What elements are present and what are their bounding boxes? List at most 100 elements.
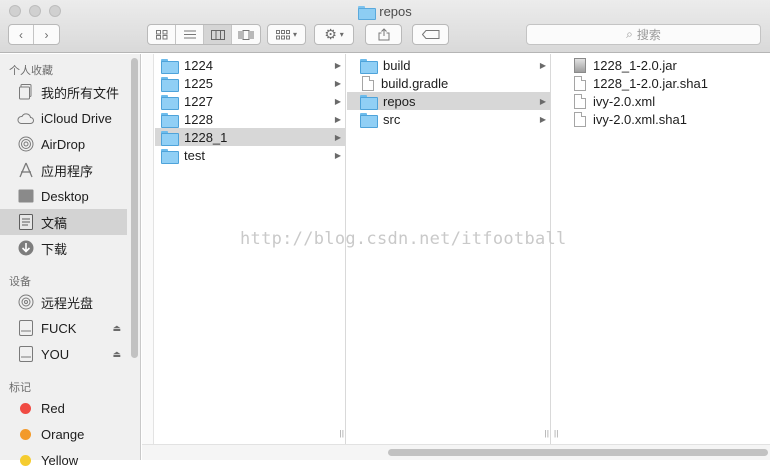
arrange-icon bbox=[275, 29, 290, 39]
list-item[interactable]: test ▶ bbox=[155, 146, 345, 164]
chevron-right-icon: › bbox=[44, 27, 49, 42]
column-resize-handle[interactable]: | | bbox=[340, 429, 345, 438]
folder-icon bbox=[161, 112, 179, 128]
yellow-tag-dot-icon bbox=[20, 454, 31, 466]
list-item[interactable]: 1228_1-2.0.jar bbox=[552, 56, 769, 74]
tags-heading: 标记 bbox=[9, 382, 31, 394]
sidebar-item-fuck[interactable]: FUCK ⏏ bbox=[0, 315, 127, 341]
disclosure-arrow-icon: ▶ bbox=[334, 96, 341, 106]
edit-tags-button[interactable] bbox=[412, 24, 449, 45]
sidebar-item-tag-orange[interactable]: Orange bbox=[0, 421, 127, 447]
share-icon bbox=[378, 28, 389, 41]
devices-heading: 设备 bbox=[9, 276, 31, 288]
disclosure-arrow-icon: ▶ bbox=[334, 78, 341, 88]
folder-icon bbox=[161, 76, 179, 92]
sidebar-item-tag-red[interactable]: Red bbox=[0, 395, 127, 421]
eject-icon[interactable]: ⏏ bbox=[112, 323, 121, 334]
folder-icon bbox=[161, 58, 179, 74]
column-2: build ▶ build.gradle repos ▶ src ▶ | | bbox=[347, 54, 551, 444]
documents-icon bbox=[17, 214, 34, 231]
sidebar-item-desktop[interactable]: Desktop bbox=[0, 183, 127, 209]
folder-icon bbox=[161, 94, 179, 110]
search-icon: ⌕ bbox=[626, 27, 633, 41]
cover-flow-icon bbox=[238, 29, 254, 40]
list-item[interactable]: repos ▶ bbox=[347, 92, 550, 110]
column-view-button[interactable] bbox=[204, 25, 232, 44]
jar-file-icon bbox=[574, 57, 586, 73]
sidebar-item-downloads[interactable]: 下载 bbox=[0, 235, 127, 261]
list-view-button[interactable] bbox=[176, 25, 204, 44]
sidebar-item-icloud-drive[interactable]: iCloud Drive bbox=[0, 105, 127, 131]
drive-icon bbox=[17, 320, 34, 337]
arrange-button[interactable]: ▾ bbox=[267, 24, 306, 45]
sidebar-item-you[interactable]: YOU ⏏ bbox=[0, 341, 127, 367]
cloud-icon bbox=[17, 110, 34, 127]
gear-icon: ⚙ bbox=[324, 26, 337, 42]
folder-icon bbox=[161, 130, 179, 146]
sidebar-scrollbar[interactable] bbox=[131, 58, 138, 358]
disc-icon bbox=[17, 294, 34, 311]
window-title: repos bbox=[0, 4, 770, 20]
folder-icon bbox=[360, 94, 378, 110]
folder-icon bbox=[358, 5, 377, 20]
folder-icon bbox=[360, 112, 378, 128]
airdrop-icon bbox=[17, 136, 34, 153]
list-item[interactable]: ivy-2.0.xml.sha1 bbox=[552, 110, 769, 128]
horizontal-scrollbar[interactable] bbox=[142, 444, 770, 460]
sidebar-item-applications[interactable]: 应用程序 bbox=[0, 157, 127, 183]
scrollbar-thumb[interactable] bbox=[388, 449, 768, 456]
sidebar-item-remote-disc[interactable]: 远程光盘 bbox=[0, 289, 127, 315]
disclosure-arrow-icon: ▶ bbox=[334, 114, 341, 124]
drive-icon bbox=[17, 346, 34, 363]
document-icon bbox=[574, 75, 586, 91]
folder-icon bbox=[161, 148, 179, 164]
disclosure-arrow-icon: ▶ bbox=[539, 114, 546, 124]
chevron-left-icon: ‹ bbox=[19, 27, 23, 42]
forward-button[interactable]: › bbox=[34, 25, 59, 44]
list-item[interactable]: 1227 ▶ bbox=[155, 92, 345, 110]
document-icon bbox=[574, 111, 586, 127]
watermark: http://blog.csdn.net/itfootball bbox=[240, 229, 567, 249]
cover-flow-button[interactable] bbox=[232, 25, 260, 44]
list-icon bbox=[183, 30, 196, 39]
list-item[interactable]: 1228_1 ▶ bbox=[155, 128, 345, 146]
search-field[interactable]: ⌕ 搜索 bbox=[526, 24, 761, 45]
column-resize-handle[interactable]: | | bbox=[545, 429, 550, 438]
list-item[interactable]: build.gradle bbox=[347, 74, 550, 92]
disclosure-arrow-icon: ▶ bbox=[539, 60, 546, 70]
list-item[interactable]: 1228_1-2.0.jar.sha1 bbox=[552, 74, 769, 92]
favorites-heading: 个人收藏 bbox=[9, 65, 53, 77]
back-forward-control: ‹ › bbox=[8, 24, 60, 45]
chevron-down-icon: ▾ bbox=[339, 30, 344, 39]
sidebar-item-tag-yellow[interactable]: Yellow bbox=[0, 447, 127, 473]
column-gutter bbox=[142, 54, 154, 444]
list-item[interactable]: build ▶ bbox=[347, 56, 550, 74]
column-resize-handle[interactable]: | | bbox=[554, 429, 559, 438]
sidebar-item-all-files[interactable]: 我的所有文件 bbox=[0, 79, 127, 105]
column-3: 1228_1-2.0.jar 1228_1-2.0.jar.sha1 ivy-2… bbox=[552, 54, 770, 444]
action-button[interactable]: ⚙ ▾ bbox=[314, 24, 354, 45]
disclosure-arrow-icon: ▶ bbox=[334, 132, 341, 142]
list-item[interactable]: src ▶ bbox=[347, 110, 550, 128]
sidebar-item-airdrop[interactable]: AirDrop bbox=[0, 131, 127, 157]
sidebar: 个人收藏 我的所有文件 iCloud Drive AirDrop 应用程序 De… bbox=[0, 54, 141, 468]
document-icon bbox=[362, 75, 374, 91]
list-item[interactable]: 1225 ▶ bbox=[155, 74, 345, 92]
icon-view-button[interactable] bbox=[148, 25, 176, 44]
view-mode-control bbox=[147, 24, 261, 45]
applications-icon bbox=[17, 162, 34, 179]
list-item[interactable]: 1224 ▶ bbox=[155, 56, 345, 74]
downloads-icon bbox=[17, 240, 34, 257]
sidebar-item-documents[interactable]: 文稿 bbox=[0, 209, 127, 235]
back-button[interactable]: ‹ bbox=[9, 25, 34, 44]
columns-icon bbox=[210, 29, 225, 40]
list-item[interactable]: 1228 ▶ bbox=[155, 110, 345, 128]
list-item[interactable]: ivy-2.0.xml bbox=[552, 92, 769, 110]
eject-icon[interactable]: ⏏ bbox=[112, 349, 121, 360]
red-tag-dot-icon bbox=[20, 402, 31, 414]
share-button[interactable] bbox=[365, 24, 402, 45]
desktop-icon bbox=[17, 188, 34, 205]
chevron-down-icon: ▾ bbox=[292, 30, 297, 39]
disclosure-arrow-icon: ▶ bbox=[334, 60, 341, 70]
window-toolbar: repos ‹ › ▾ ⚙ ▾ ⌕ 搜索 bbox=[0, 0, 770, 53]
